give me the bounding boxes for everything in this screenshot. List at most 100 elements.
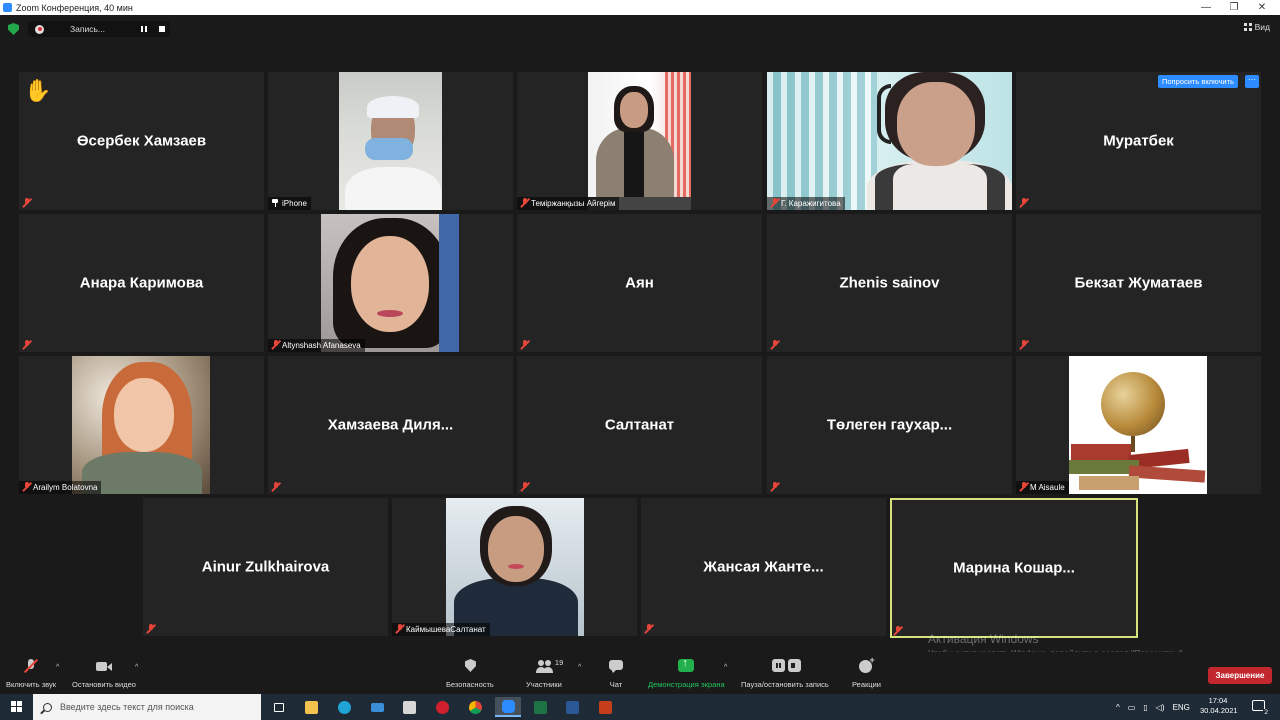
participant-tile-p13[interactable]: Салтанат [517,356,762,494]
recording-dot-icon [35,24,44,34]
participant-tile-p14[interactable]: Төлеген гаухар... [767,356,1012,494]
participants-icon: 19 [535,658,563,674]
participant-tile-p12[interactable]: Хамзаева Диля... [268,356,513,494]
security-label: Безопасность [446,680,494,689]
close-button[interactable]: ✕ [1248,0,1276,15]
participant-video [1069,356,1207,494]
microphone-muted-icon [23,658,39,674]
excel-icon[interactable] [529,697,551,717]
participant-tile-p15[interactable]: M Aisaule [1016,356,1261,494]
share-screen-button[interactable]: Демонстрация экрана [648,657,725,689]
reaction-smiley-icon [858,655,875,674]
zoom-logo-icon [3,3,12,12]
encryption-shield-icon[interactable] [8,23,19,35]
unmute-label: Включить звук [6,680,57,689]
participant-name: Ainur Zulkhairova [201,558,330,576]
tray-chevron-up-icon[interactable]: ^ [1116,703,1120,712]
security-button[interactable]: Безопасность [446,658,494,689]
muted-mic-icon [1019,340,1029,350]
search-placeholder: Введите здесь текст для поиска [60,702,194,712]
participant-name: Бекзат Жуматаев [1074,274,1203,292]
store-icon[interactable] [398,697,420,717]
pin-icon [272,199,278,207]
share-screen-label: Демонстрация экрана [648,680,725,689]
muted-mic-icon [520,340,530,350]
muted-mic-icon [520,198,530,208]
tile-more-button[interactable]: ··· [1245,75,1259,88]
reactions-button[interactable]: Реакции [852,655,881,689]
muted-mic-icon [271,482,281,492]
participant-name: Салтанат [604,416,675,434]
participants-options-chevron-icon[interactable]: ^ [578,664,581,671]
participant-tile-p6[interactable]: Анара Каримова [19,214,264,352]
edge-browser-icon[interactable] [333,697,355,717]
participant-name: Төлеген гаухар... [826,416,953,434]
powerpoint-icon[interactable] [594,697,616,717]
participant-tile-p2[interactable]: iPhone [268,72,513,210]
participant-tile-p1[interactable]: Өсербек Хамзаев [19,72,264,210]
muted-mic-icon [395,624,405,634]
participant-caption: Теміржанқызы Айгерім [517,197,620,210]
video-options-chevron-icon[interactable]: ^ [135,664,138,671]
recording-label: Запись... [70,24,105,34]
maximize-button[interactable]: ❐ [1220,0,1248,15]
minimize-button[interactable]: — [1192,0,1220,15]
ask-to-unmute-button[interactable]: Попросить включить [1158,75,1238,88]
muted-mic-icon [22,482,32,492]
participant-tile-p3[interactable]: Теміржанқызы Айгерім [517,72,762,210]
search-icon [43,702,52,712]
language-indicator[interactable]: ENG [1173,703,1190,712]
taskbar-clock[interactable]: 17:04 30.04.2021 [1200,696,1238,716]
view-button[interactable]: Вид [1243,22,1270,32]
participants-button[interactable]: 19 Участники [526,658,563,689]
recording-indicator: Запись... [28,21,170,37]
taskbar-search-box[interactable]: Введите здесь текст для поиска [33,694,261,720]
participant-name: Хамзаева Диля... [327,416,454,434]
pause-recording-icon[interactable] [141,26,147,32]
opera-browser-icon[interactable] [431,697,453,717]
participant-tile-p10[interactable]: Бекзат Жуматаев [1016,214,1261,352]
participant-caption: Altynshash Afanaseva [268,339,365,352]
raised-hand-icon: ✋ [24,78,52,103]
notification-center-icon[interactable]: 2 [1252,700,1269,716]
meeting-toolbar: Включить звук ^ Остановить видео ^ Безоп… [0,652,1280,694]
participant-tile-p5[interactable]: Муратбек [1016,72,1261,210]
windows-start-icon[interactable] [0,694,32,720]
participant-tile-p4[interactable]: Г. Каражигитова [767,72,1012,210]
participant-tile-p7[interactable]: Altynshash Afanaseva [268,214,513,352]
participant-tile-p11[interactable]: Arailym Bolatovna [19,356,264,494]
muted-mic-icon [644,624,654,634]
participant-tile-p18[interactable]: Жансая Жанте... [641,498,886,636]
share-options-chevron-icon[interactable]: ^ [724,664,727,671]
stop-video-button[interactable]: Остановить видео [72,658,136,689]
pause-stop-recording-button[interactable]: Пауза/остановить запись [741,658,829,689]
shield-icon [462,658,478,674]
file-explorer-icon[interactable] [300,697,322,717]
volume-icon[interactable]: ◁) [1156,703,1165,712]
chrome-browser-icon[interactable] [464,697,486,717]
audio-options-chevron-icon[interactable]: ^ [56,664,59,671]
battery-icon[interactable]: ▯ [1143,703,1147,712]
stop-recording-icon[interactable] [159,26,165,32]
muted-mic-icon [1019,198,1029,208]
mail-icon[interactable] [366,697,388,717]
network-icon[interactable]: ▭ [1128,703,1136,712]
participants-count: 19 [554,658,564,667]
task-view-icon[interactable] [268,697,290,717]
zoom-app-icon[interactable] [495,697,521,717]
end-meeting-button[interactable]: Завершение [1208,667,1272,684]
chat-button[interactable]: Чат [608,658,624,689]
grid-view-icon [1243,23,1252,31]
participant-tile-p19[interactable]: Марина Кошар... [890,498,1138,638]
word-icon[interactable] [561,697,583,717]
participant-tile-p16[interactable]: Ainur Zulkhairova [143,498,388,636]
muted-mic-icon [520,482,530,492]
participant-tile-p17[interactable]: КаймышеваСалтанат [392,498,637,636]
chat-label: Чат [609,680,623,689]
participant-tile-p8[interactable]: Аян [517,214,762,352]
share-screen-icon [678,657,695,674]
unmute-button[interactable]: Включить звук [6,658,56,689]
participant-tile-p9[interactable]: Zhenis sainov [767,214,1012,352]
participant-video [339,72,442,210]
stop-video-label: Остановить видео [72,680,136,689]
